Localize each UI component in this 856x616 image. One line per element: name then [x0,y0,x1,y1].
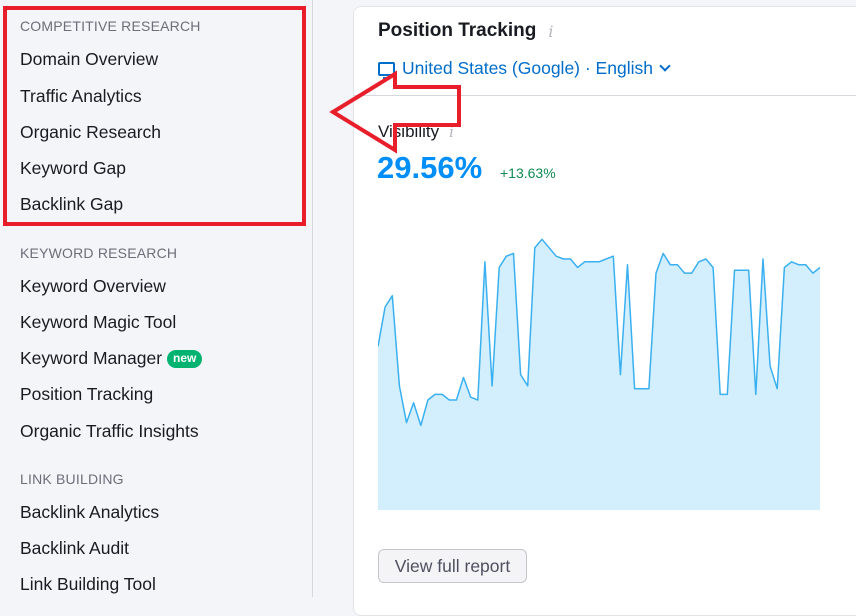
sidebar-item-position-tracking[interactable]: Position Tracking [20,384,153,405]
divider [353,95,856,96]
desktop-monitor-icon [378,61,395,79]
sidebar-item-organic-research[interactable]: Organic Research [20,122,161,143]
new-badge: new [167,349,203,368]
visibility-chart [378,238,820,510]
database-selector[interactable]: United States (Google) · English [378,58,671,79]
sidebar-item-keyword-manager[interactable]: Keyword Manager new [20,348,203,369]
visibility-value: 29.56% [377,150,483,185]
sidebar-item-keyword-magic-tool[interactable]: Keyword Magic Tool [20,312,176,333]
sidebar-item-label: Keyword Manager [20,348,163,368]
visibility-label: Visibility i [378,122,454,142]
section-title-link-building: LINK BUILDING [20,471,124,487]
widget-title-text: Position Tracking [378,20,537,41]
sidebar-item-organic-traffic-insights[interactable]: Organic Traffic Insights [20,421,199,442]
widget-title: Position Tracking i [378,20,554,42]
database-label: United States (Google) · English [402,58,653,78]
info-icon[interactable]: i [449,123,454,141]
chart-area-fill [378,239,820,510]
section-title-keyword-research: KEYWORD RESEARCH [20,245,178,261]
view-full-report-button[interactable]: View full report [378,549,527,583]
sidebar-item-domain-overview[interactable]: Domain Overview [20,49,158,70]
sidebar-item-traffic-analytics[interactable]: Traffic Analytics [20,86,142,107]
chevron-down-icon [659,60,671,72]
sidebar-item-keyword-gap[interactable]: Keyword Gap [20,158,126,179]
sidebar-item-backlink-audit[interactable]: Backlink Audit [20,538,129,559]
sidebar-item-backlink-gap[interactable]: Backlink Gap [20,194,123,215]
visibility-label-text: Visibility [378,122,440,141]
sidebar-item-keyword-overview[interactable]: Keyword Overview [20,276,166,297]
sidebar-item-link-building-tool[interactable]: Link Building Tool [20,574,156,595]
section-title-competitive-research: COMPETITIVE RESEARCH [20,18,201,34]
sidebar: COMPETITIVE RESEARCH Domain Overview Tra… [0,0,313,597]
visibility-delta: +13.63% [500,165,556,181]
sidebar-item-backlink-analytics[interactable]: Backlink Analytics [20,502,159,523]
info-icon[interactable]: i [548,22,553,41]
